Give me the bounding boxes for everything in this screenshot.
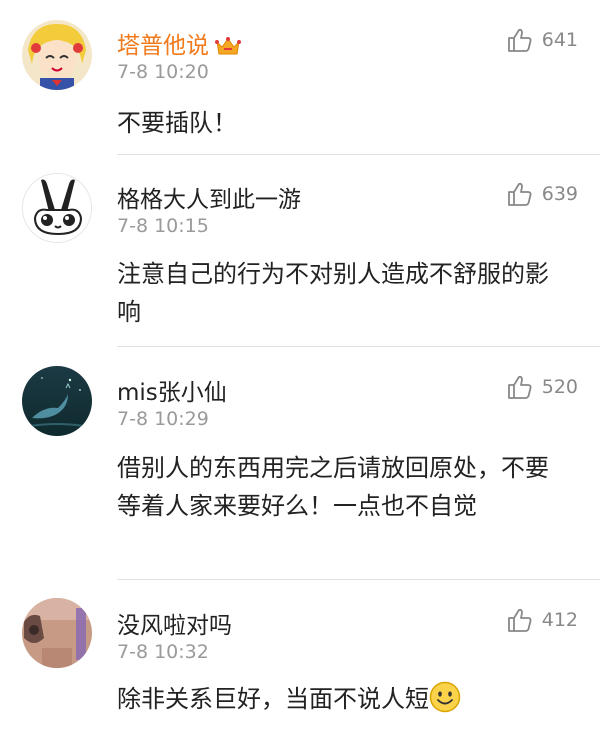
- divider: [117, 346, 600, 347]
- comment-time: 7-8 10:20: [117, 61, 209, 83]
- username[interactable]: 格格大人到此一游: [117, 180, 301, 214]
- like-count: 520: [541, 376, 578, 398]
- username-label[interactable]: 塔普他说: [117, 33, 209, 59]
- like-count: 641: [541, 29, 578, 51]
- smile-emoji-icon: [429, 681, 461, 713]
- thumbs-up-icon: [507, 182, 532, 206]
- like-button[interactable]: 639: [506, 180, 578, 208]
- thumbs-up-icon: [507, 28, 532, 52]
- comment-text: 不要插队！: [117, 109, 237, 137]
- avatar[interactable]: [22, 20, 92, 90]
- username[interactable]: mis张小仙: [117, 373, 227, 407]
- crown-icon: [215, 36, 241, 54]
- comment-list: 塔普他说 7-8 10:20 641 不要插队！ 格格大人到此一游 7-8 10…: [0, 0, 600, 737]
- like-button[interactable]: 412: [506, 606, 578, 634]
- comment-item: 塔普他说 7-8 10:20 641 不要插队！: [0, 0, 600, 155]
- comment-text: 借别人的东西用完之后请放回原处，不要等着人家来要好么！一点也不自觉: [117, 454, 549, 520]
- divider: [117, 154, 600, 155]
- like-count: 639: [541, 183, 578, 205]
- comment-text: 除非关系巨好，当面不说人短: [117, 680, 577, 718]
- divider: [117, 579, 600, 580]
- like-button[interactable]: 520: [506, 373, 578, 401]
- username[interactable]: 塔普他说: [117, 26, 241, 60]
- comment-time: 7-8 10:29: [117, 408, 209, 430]
- comment-text-label: 除非关系巨好，当面不说人短: [117, 685, 429, 713]
- thumbs-up-icon: [507, 375, 532, 399]
- thumbs-up-icon: [507, 608, 532, 632]
- like-button[interactable]: 641: [506, 26, 578, 54]
- avatar[interactable]: [22, 366, 92, 436]
- comment-time: 7-8 10:15: [117, 215, 209, 237]
- avatar[interactable]: [22, 598, 92, 668]
- username[interactable]: 没风啦对吗: [117, 606, 232, 640]
- comment-text: 注意自己的行为不对别人造成不舒服的影响: [117, 260, 549, 326]
- like-count: 412: [541, 609, 578, 631]
- comment-time: 7-8 10:32: [117, 641, 209, 663]
- avatar[interactable]: [22, 173, 92, 243]
